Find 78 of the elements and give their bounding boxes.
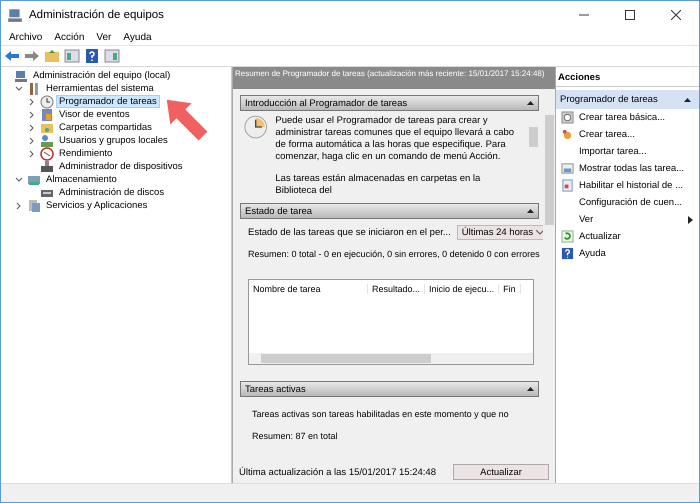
column-header[interactable]: Inicio de ejecu...	[425, 284, 500, 294]
action-link[interactable]: Habilitar el historial de ...	[579, 180, 684, 191]
refresh-icon	[561, 230, 574, 243]
actions-group-header[interactable]: Programador de tareas	[556, 90, 699, 109]
expanded-chevron-icon[interactable]	[14, 84, 24, 94]
event-icon	[40, 108, 54, 122]
section-title: Introducción al Programador de tareas	[245, 98, 408, 108]
menu-item[interactable]: Ayuda	[117, 30, 158, 44]
computer-icon	[14, 68, 28, 82]
action-link[interactable]: Actualizar	[579, 231, 621, 242]
tree-item[interactable]: Almacenamiento	[44, 174, 119, 185]
last-update-text: Última actualización a las 15/01/2017 15:24:48	[239, 466, 436, 478]
pane-icon[interactable]	[64, 48, 80, 64]
active-tasks-summary: Resumen: 87 en total	[251, 430, 339, 441]
column-header[interactable]: Resultado...	[368, 284, 426, 294]
action-link[interactable]: Ayuda	[579, 248, 606, 259]
section-title: Estado de tarea	[245, 206, 312, 216]
perf-icon	[40, 146, 54, 160]
tree-item[interactable]: Administrador de dispositivos	[57, 161, 185, 172]
collapse-caret-icon[interactable]	[527, 209, 534, 213]
active-tasks-text: Tareas activas son tareas habilitadas en este momento y que no	[251, 408, 510, 419]
tree-item[interactable]: Programador de tareas	[57, 96, 159, 107]
device-icon	[40, 160, 54, 174]
list-icon	[561, 162, 574, 175]
tree-item[interactable]: Carpetas compartidas	[57, 122, 154, 133]
users-icon	[40, 134, 54, 148]
refresh-button[interactable]: Actualizar	[453, 464, 549, 480]
section-title: Tareas activas	[245, 384, 306, 394]
collapse-caret-icon[interactable]	[527, 387, 534, 391]
history-icon	[561, 179, 574, 192]
intro-paragraph: Las tareas están almacenadas en carpetas en la Biblioteca del	[275, 173, 482, 197]
tree-item[interactable]: Rendimiento	[57, 148, 114, 159]
help-icon[interactable]	[84, 48, 100, 64]
expanded-chevron-icon[interactable]	[14, 174, 24, 184]
status-summary: Resumen: 0 total - 0 en ejecución, 0 sin errores, 0 detenido 0 con errores	[247, 248, 539, 259]
folder-up-icon[interactable]	[44, 48, 60, 64]
action-link[interactable]: Configuración de cuen...	[579, 197, 682, 208]
help-icon	[561, 247, 574, 260]
intro-paragraph: Puede usar el Programador de tareas para crear y administrar tareas comunes que el equipo llevará a cabo de forma automática a las horas que especifique. Para comenzar, haga clic en un comando de menú Acción.	[275, 115, 516, 163]
pane-icon[interactable]	[104, 48, 120, 64]
menu-item[interactable]: Archivo	[3, 30, 48, 44]
action-link[interactable]: Crear tarea...	[579, 129, 635, 140]
collapse-caret-icon[interactable]	[684, 98, 691, 102]
column-header[interactable]: Nombre de tarea	[249, 284, 368, 294]
submenu-arrow-icon	[688, 216, 693, 224]
computer-icon	[7, 7, 23, 23]
tree-item[interactable]: Visor de eventos	[57, 109, 132, 120]
tree-item[interactable]: Herramientas del sistema	[44, 83, 156, 94]
clock-icon	[244, 115, 268, 139]
summary-header: Resumen de Programador de tareas (actualización más reciente: 15/01/2017 15:24:48)	[233, 67, 555, 89]
actions-header: Acciones	[556, 69, 699, 87]
period-label: Estado de las tareas que se iniciaron en el per...	[248, 227, 451, 238]
tree-item[interactable]: Administración de discos	[57, 187, 166, 198]
tree-item[interactable]: Usuarios y grupos locales	[57, 135, 170, 146]
horizontal-scrollbar[interactable]	[249, 353, 533, 364]
menu-item[interactable]: Acción	[48, 30, 90, 44]
maximize-icon	[625, 10, 635, 20]
create-icon	[561, 128, 574, 141]
window-title: Administración de equipos	[29, 9, 164, 21]
back-arrow-icon[interactable]	[4, 48, 20, 64]
action-link[interactable]: Importar tarea...	[579, 146, 647, 157]
tree-item[interactable]: Administración del equipo (local)	[31, 70, 172, 81]
action-link[interactable]: Ver	[579, 214, 594, 225]
wizard-icon	[561, 111, 574, 124]
menu-item[interactable]: Ver	[90, 30, 118, 44]
period-dropdown[interactable]: Últimas 24 horas	[456, 225, 543, 240]
column-header[interactable]: Fin	[499, 284, 521, 294]
clock-icon	[40, 94, 54, 108]
tree-item[interactable]: Servicios y Aplicaciones	[44, 200, 150, 211]
action-link[interactable]: Mostrar todas las tarea...	[579, 163, 684, 174]
forward-arrow-icon[interactable]	[24, 48, 40, 64]
close-icon	[671, 10, 681, 20]
action-link[interactable]: Crear tarea básica...	[579, 112, 666, 123]
caret-icon	[536, 230, 543, 235]
collapse-caret-icon[interactable]	[527, 101, 534, 105]
tools-icon	[27, 82, 41, 96]
minimize-icon	[579, 14, 589, 16]
services-icon	[27, 198, 41, 212]
